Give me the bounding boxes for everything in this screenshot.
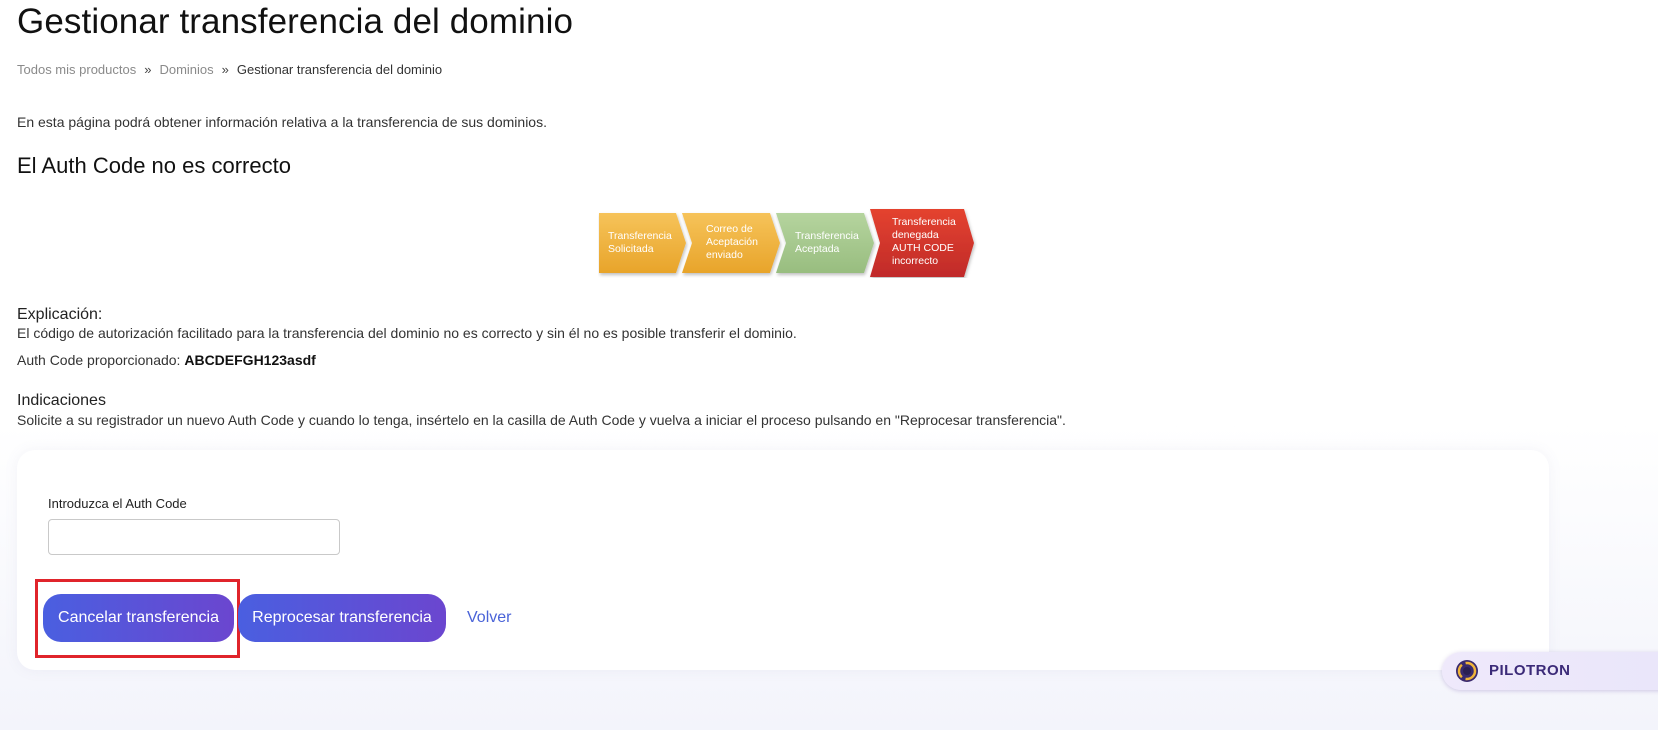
pilotron-badge[interactable]: PILOTRON [1442,652,1658,690]
pilotron-badge-text: PILOTRON [1489,662,1571,679]
auth-code-provided-value: ABCDEFGH123asdf [184,352,316,368]
auth-code-input[interactable] [48,519,340,555]
auth-code-provided: Auth Code proporcionado: ABCDEFGH123asdf [17,352,316,368]
transfer-steps: Transferencia Solicitada Correo de Acept… [598,208,978,278]
breadcrumb-item-current: Gestionar transferencia del dominio [236,62,443,77]
breadcrumb-item-domains[interactable]: Dominios [159,62,213,77]
back-link[interactable]: Volver [467,609,511,627]
breadcrumb-separator: » [221,62,229,77]
indications-title: Indicaciones [17,392,106,409]
explanation-title: Explicación: [17,306,103,323]
auth-code-input-label: Introduzca el Auth Code [48,496,187,511]
breadcrumb: Todos mis productos » Dominios » Gestionar t… [17,62,442,77]
page-title: Gestionar transferencia del dominio [17,2,574,41]
indications-text: Solicite a su registrador un nuevo Auth … [17,412,1066,428]
explanation-text: El código de autorización facilitado par… [17,325,797,341]
step-label-2: Correo de Aceptación enviado [706,223,758,261]
status-heading: El Auth Code no es correcto [17,153,291,178]
cancel-transfer-button[interactable]: Cancelar transferencia [43,594,234,642]
breadcrumb-item-products[interactable]: Todos mis productos [17,62,136,77]
step-label-3: Transferencia Aceptada [795,230,859,255]
step-label-1: Transferencia Solicitada [608,230,672,255]
breadcrumb-separator: » [144,62,152,77]
pilotron-logo-icon [1456,660,1478,682]
intro-text: En esta página podrá obtener información… [17,114,547,130]
auth-code-provided-label: Auth Code proporcionado: [17,352,181,368]
reprocess-transfer-button[interactable]: Reprocesar transferencia [238,594,446,642]
step-label-4: Transferencia denegada AUTH CODE incorre… [892,216,956,267]
